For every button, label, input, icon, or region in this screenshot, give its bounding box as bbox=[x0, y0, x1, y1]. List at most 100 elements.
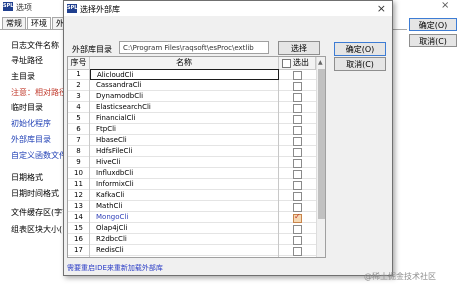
library-name[interactable]: SalesforceCli bbox=[90, 256, 279, 257]
library-directory-label: 外部库目录 bbox=[72, 45, 112, 54]
select-all-checkbox[interactable] bbox=[282, 59, 291, 68]
table-row[interactable]: 13 MathCli bbox=[68, 201, 316, 212]
option-label: 外部库目录 bbox=[11, 135, 51, 144]
table-body: 1 AlicloudCli 2 CassandraCli 3 DynamodbCli 4 El… bbox=[68, 69, 316, 257]
select-checkbox[interactable] bbox=[293, 181, 302, 190]
library-name[interactable]: AlicloudCli bbox=[90, 69, 279, 80]
library-name[interactable]: FtpCli bbox=[90, 124, 279, 135]
table-row[interactable]: 8 HdfsFileCli bbox=[68, 146, 316, 157]
option-label: 临时目录 bbox=[11, 103, 43, 112]
select-checkbox[interactable] bbox=[293, 82, 302, 91]
library-name[interactable]: MathCli bbox=[90, 201, 279, 212]
option-label: 主目录 bbox=[11, 72, 35, 81]
selected-cell bbox=[279, 190, 316, 201]
table-row[interactable]: 14 MongoCli bbox=[68, 212, 316, 223]
select-checkbox[interactable] bbox=[293, 126, 302, 135]
row-number: 1 bbox=[68, 69, 90, 80]
selected-cell bbox=[279, 102, 316, 113]
library-name[interactable]: DynamodbCli bbox=[90, 91, 279, 102]
option-label: 组表区块大小( bbox=[11, 225, 63, 234]
select-checkbox[interactable] bbox=[293, 93, 302, 102]
table-row[interactable]: 1 AlicloudCli bbox=[68, 69, 316, 80]
select-checkbox[interactable] bbox=[293, 71, 302, 80]
dialog-close-icon[interactable]: × bbox=[377, 2, 386, 15]
row-number: 16 bbox=[68, 234, 90, 245]
select-checkbox[interactable] bbox=[293, 148, 302, 157]
ok-button[interactable]: 确定(O) bbox=[334, 42, 386, 56]
table-row[interactable]: 3 DynamodbCli bbox=[68, 91, 316, 102]
option-label: 寻址路径 bbox=[11, 56, 43, 65]
select-checkbox[interactable] bbox=[293, 203, 302, 212]
select-checkbox[interactable] bbox=[293, 170, 302, 179]
spl-app-icon: SPL bbox=[3, 2, 14, 11]
row-number: 8 bbox=[68, 146, 90, 157]
table-row[interactable]: 11 InformixCli bbox=[68, 179, 316, 190]
table-row[interactable]: 7 HbaseCli bbox=[68, 135, 316, 146]
select-checkbox[interactable] bbox=[293, 159, 302, 168]
selected-cell bbox=[279, 168, 316, 179]
row-number: 14 bbox=[68, 212, 90, 223]
row-number: 6 bbox=[68, 124, 90, 135]
library-table: 序号 名称 选出 1 AlicloudCli 2 CassandraCli 3 Dynam… bbox=[67, 56, 326, 258]
option-label: 日志文件名称 bbox=[11, 41, 59, 50]
table-scrollbar[interactable]: ▲ bbox=[316, 57, 325, 257]
row-number: 5 bbox=[68, 113, 90, 124]
table-row[interactable]: 9 HiveCli bbox=[68, 157, 316, 168]
restart-hint: 需要重启IDE来重新加载外部库 bbox=[67, 264, 163, 272]
library-name[interactable]: CassandraCli bbox=[90, 80, 279, 91]
scrollbar-thumb[interactable] bbox=[318, 69, 325, 219]
library-name[interactable]: FinancialCli bbox=[90, 113, 279, 124]
library-name[interactable]: Olap4jCli bbox=[90, 223, 279, 234]
dialog-titlebar: SPL 选择外部库 × bbox=[64, 1, 392, 16]
table-row[interactable]: 17 RedisCli bbox=[68, 245, 316, 256]
select-external-library-dialog: SPL 选择外部库 × 外部库目录 C:\Program Files\raqso… bbox=[63, 0, 393, 276]
library-name[interactable]: ElasticsearchCli bbox=[90, 102, 279, 113]
scroll-up-icon[interactable]: ▲ bbox=[318, 59, 323, 66]
tab-environment[interactable]: 环境 bbox=[27, 17, 51, 29]
select-checkbox[interactable] bbox=[293, 212, 302, 223]
select-checkbox[interactable] bbox=[293, 104, 302, 113]
table-row[interactable]: 4 ElasticsearchCli bbox=[68, 102, 316, 113]
options-ok-button[interactable]: 确定(O) bbox=[409, 18, 457, 31]
close-icon[interactable]: × bbox=[441, 0, 449, 11]
selected-cell bbox=[279, 91, 316, 102]
library-name[interactable]: InfluxdbCli bbox=[90, 168, 279, 179]
select-checkbox[interactable] bbox=[293, 247, 302, 256]
column-header-number[interactable]: 序号 bbox=[68, 57, 90, 69]
table-row[interactable]: 6 FtpCli bbox=[68, 124, 316, 135]
library-name[interactable]: RedisCli bbox=[90, 245, 279, 256]
selected-cell bbox=[279, 234, 316, 245]
library-name[interactable]: HiveCli bbox=[90, 157, 279, 168]
tab-general[interactable]: 常规 bbox=[2, 17, 26, 29]
select-checkbox[interactable] bbox=[293, 192, 302, 201]
table-row[interactable]: 15 Olap4jCli bbox=[68, 223, 316, 234]
table-row[interactable]: 12 KafkaCli bbox=[68, 190, 316, 201]
row-number: 7 bbox=[68, 135, 90, 146]
select-checkbox[interactable] bbox=[293, 225, 302, 234]
table-row[interactable]: 5 FinancialCli bbox=[68, 113, 316, 124]
table-row[interactable]: 18SalesforceCli bbox=[68, 256, 316, 257]
select-checkbox[interactable] bbox=[293, 236, 302, 245]
select-checkbox[interactable] bbox=[293, 115, 302, 124]
library-name[interactable]: R2dbcCli bbox=[90, 234, 279, 245]
select-checkbox[interactable] bbox=[293, 137, 302, 146]
cancel-button[interactable]: 取消(C) bbox=[334, 57, 386, 71]
row-number: 3 bbox=[68, 91, 90, 102]
table-row[interactable]: 2 CassandraCli bbox=[68, 80, 316, 91]
option-label: 自定义函数文件 bbox=[11, 151, 67, 160]
options-cancel-button[interactable]: 取消(C) bbox=[409, 34, 457, 47]
table-row[interactable]: 16 R2dbcCli bbox=[68, 234, 316, 245]
column-header-name[interactable]: 名称 bbox=[90, 57, 279, 69]
library-name[interactable]: MongoCli bbox=[90, 212, 279, 223]
library-name[interactable]: InformixCli bbox=[90, 179, 279, 190]
library-directory-input[interactable]: C:\Program Files\raqsoft\esProc\extlib bbox=[119, 41, 269, 54]
browse-button[interactable]: 选择 bbox=[278, 41, 320, 55]
watermark: @稀土掘金技术社区 bbox=[364, 272, 436, 281]
option-label: 日期格式 bbox=[11, 173, 43, 182]
library-name[interactable]: HdfsFileCli bbox=[90, 146, 279, 157]
table-row[interactable]: 10 InfluxdbCli bbox=[68, 168, 316, 179]
library-name[interactable]: HbaseCli bbox=[90, 135, 279, 146]
selected-cell bbox=[279, 256, 316, 257]
library-name[interactable]: KafkaCli bbox=[90, 190, 279, 201]
dialog-title: 选择外部库 bbox=[80, 5, 120, 14]
